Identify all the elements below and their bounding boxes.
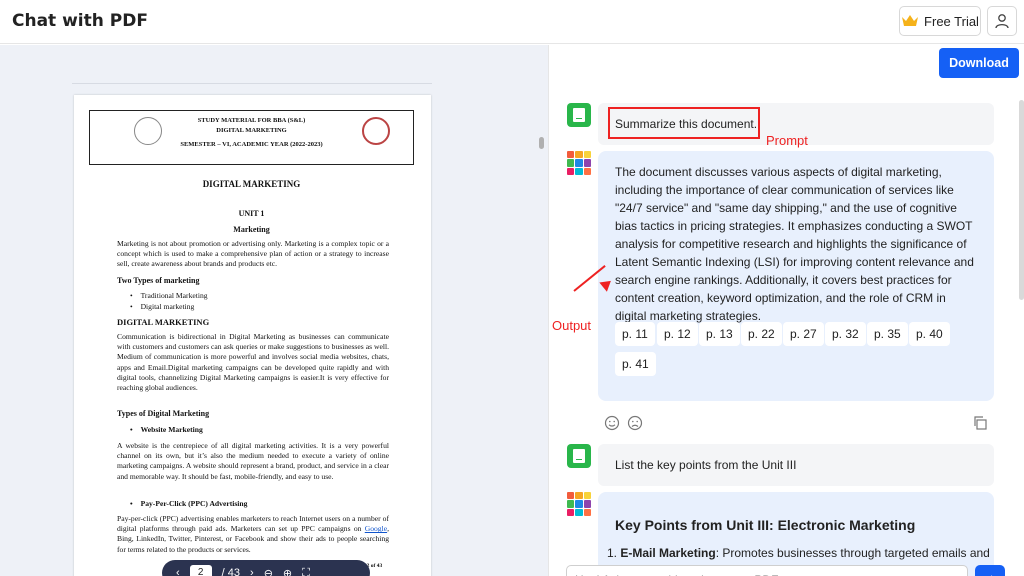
page-total: / 43: [221, 567, 241, 576]
doc-paragraph: Marketing is not about promotion or adve…: [117, 239, 389, 269]
crown-icon: [902, 15, 919, 26]
zoom-in-icon[interactable]: ⊕: [283, 567, 292, 576]
doc-subheading: Marketing: [233, 225, 270, 234]
doc-bullet: • Digital marketing: [130, 302, 195, 311]
bot-avatar-icon: [567, 151, 591, 175]
page-citation-chip[interactable]: p. 40: [909, 322, 950, 346]
free-trial-label: Free Trial: [924, 13, 979, 29]
doc-header-line3: SEMESTER – VI, ACADEMIC YEAR (2022-2023): [180, 141, 323, 148]
user-message-text: List the key points from the Unit III: [615, 458, 797, 472]
page-citation-chip[interactable]: p. 11: [615, 322, 655, 346]
bot-message: [598, 492, 994, 576]
send-button[interactable]: [975, 565, 1005, 576]
user-avatar: [567, 444, 591, 468]
doc-bullet: • Traditional Marketing: [130, 291, 208, 300]
page-number-input[interactable]: 2: [189, 565, 212, 576]
doc-section-heading: Types of Digital Marketing: [117, 409, 210, 418]
chat-input-container: [566, 565, 968, 576]
page-divider: [72, 83, 432, 84]
pdf-viewer[interactable]: STUDY MATERIAL FOR BBA (S&L) DIGITAL MAR…: [0, 45, 548, 576]
user-icon: [995, 14, 1009, 29]
chat-input[interactable]: [567, 566, 967, 576]
send-icon: [991, 575, 993, 576]
zoom-out-icon[interactable]: ⊖: [264, 567, 273, 576]
app-title: Chat with PDF: [12, 11, 148, 31]
google-link[interactable]: Google: [365, 524, 387, 533]
doc-paragraph: A website is the centrepiece of all digi…: [117, 441, 389, 481]
doc-section-heading: DIGITAL MARKETING: [117, 317, 210, 327]
doc-bullet: • Pay-Per-Click (PPC) Advertising: [130, 499, 248, 508]
pdf-scrollbar[interactable]: [539, 137, 544, 149]
copy-icon[interactable]: [972, 415, 988, 431]
doc-heading: DIGITAL MARKETING: [202, 179, 301, 189]
app-header: Chat with PDF Free Trial: [0, 0, 1024, 44]
page-citation-chip[interactable]: p. 35: [867, 322, 908, 346]
bot-message-list-item: 1. E-Mail Marketing: Promotes businesses…: [607, 546, 990, 560]
prev-page-icon[interactable]: ‹: [176, 567, 180, 576]
free-trial-button[interactable]: Free Trial: [899, 6, 981, 36]
thumbs-down-icon[interactable]: [627, 415, 643, 431]
bot-message-title: Key Points from Unit III: Electronic Mar…: [615, 517, 916, 533]
page-citation-chip[interactable]: p. 32: [825, 322, 866, 346]
document-header-box: STUDY MATERIAL FOR BBA (S&L) DIGITAL MAR…: [89, 110, 414, 165]
download-button[interactable]: Download: [939, 48, 1019, 78]
page-citation-chip[interactable]: p. 27: [783, 322, 824, 346]
doc-unit: UNIT 1: [238, 209, 265, 218]
pdf-toolbar: ‹ 2 / 43 › ⊖ ⊕ ⛶: [162, 560, 370, 576]
pdf-page: STUDY MATERIAL FOR BBA (S&L) DIGITAL MAR…: [74, 95, 431, 576]
fit-page-icon[interactable]: ⛶: [302, 567, 310, 576]
doc-bullet: • Website Marketing: [130, 425, 203, 434]
doc-paragraph: Communication is bidirectional in Digita…: [117, 332, 389, 393]
bot-message-text: The document discusses various aspects o…: [615, 165, 974, 323]
bot-avatar-icon: [567, 492, 591, 516]
page-citation-chip[interactable]: p. 22: [741, 322, 782, 346]
user-avatar: [567, 103, 591, 127]
doc-header-line1: STUDY MATERIAL FOR BBA (S&L): [197, 117, 306, 124]
chat-scrollbar[interactable]: [1019, 100, 1024, 300]
page-citation-chip[interactable]: p. 41: [615, 352, 656, 376]
prompt-highlight-box: [608, 107, 760, 139]
page-citation-chip[interactable]: p. 12: [657, 322, 698, 346]
doc-header-line2: DIGITAL MARKETING: [216, 127, 287, 134]
output-annotation: Output: [552, 318, 592, 333]
user-account-button[interactable]: [987, 6, 1017, 36]
thumbs-up-icon[interactable]: [604, 415, 620, 431]
doc-paragraph: Pay-per-click (PPC) advertising enables …: [117, 514, 389, 554]
page-citation-chip[interactable]: p. 13: [699, 322, 740, 346]
prompt-annotation: Prompt: [766, 133, 808, 148]
next-page-icon[interactable]: ›: [250, 567, 254, 576]
doc-section-heading: Two Types of marketing: [117, 276, 200, 285]
